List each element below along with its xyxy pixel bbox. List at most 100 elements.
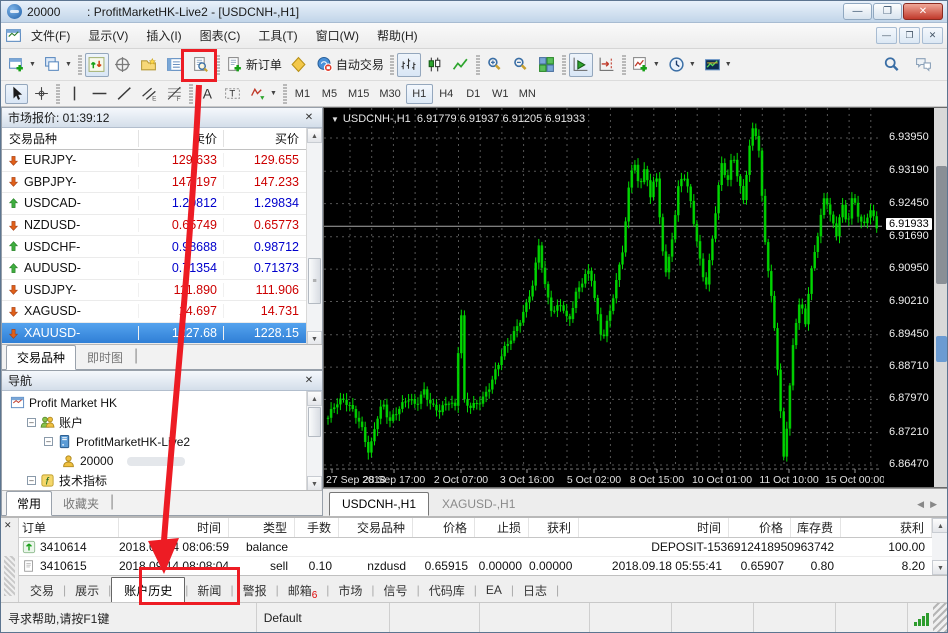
terminal-tab-信号[interactable]: 信号 <box>375 578 417 603</box>
periods-button[interactable]: ▼ <box>665 53 699 77</box>
terminal-tab-警报[interactable]: 警报 <box>234 578 276 603</box>
price-chart[interactable]: 27 Sep 201828 Sep 17:002 Oct 07:003 Oct … <box>324 108 884 487</box>
new-order-button[interactable]: 新订单 <box>223 53 285 77</box>
market-watch-tab[interactable]: 即时图 <box>76 345 134 370</box>
timeframe-w1-button[interactable]: W1 <box>487 84 514 104</box>
market-watch-row[interactable]: USDCAD-1.298121.29834 <box>2 193 322 215</box>
navigator-close-icon[interactable]: ✕ <box>302 375 316 386</box>
timeframe-mn-button[interactable]: MN <box>514 84 541 104</box>
scroll-up-icon[interactable]: ▲ <box>307 391 322 406</box>
terminal-tab-新闻[interactable]: 新闻 <box>188 578 230 603</box>
tree-item-20000[interactable]: 20000 <box>2 452 322 472</box>
navigator-scrollbar[interactable]: ▲ ▼ <box>306 391 322 491</box>
tree-expander[interactable]: – <box>27 418 36 427</box>
metaeditor-button[interactable] <box>287 53 311 77</box>
mdi-restore-button[interactable]: ❐ <box>899 27 920 44</box>
terminal-button[interactable] <box>163 53 187 77</box>
timeframe-m1-button[interactable]: M1 <box>289 84 316 104</box>
mdi-close-button[interactable]: ✕ <box>922 27 943 44</box>
market-watch-row[interactable]: AUDUSD-0.713540.71373 <box>2 258 322 280</box>
zoom-out-button[interactable] <box>509 53 533 77</box>
bar-chart-button[interactable] <box>397 53 421 77</box>
terminal-tab-邮箱[interactable]: 邮箱6 <box>279 578 327 603</box>
market-watch-row[interactable]: USDCHF-0.986880.98712 <box>2 236 322 258</box>
status-profile[interactable]: Default <box>257 603 390 633</box>
restore-button[interactable]: ❐ <box>873 3 902 20</box>
account-history-table[interactable]: 订单时间类型手数交易品种价格止损获利时间价格库存费获利34106142018.0… <box>19 518 932 575</box>
terminal-close-icon[interactable]: ✕ <box>4 520 12 531</box>
new-chart-button[interactable]: ▼ <box>5 53 39 77</box>
table-row[interactable]: 34106152018.09.14 08:08:04sell0.10nzdusd… <box>19 557 932 575</box>
vline-button[interactable] <box>63 84 86 104</box>
timeframe-h4-button[interactable]: H4 <box>433 84 460 104</box>
navigator-titlebar[interactable]: 导航 ✕ <box>2 371 322 391</box>
timeframe-m30-button[interactable]: M30 <box>374 84 405 104</box>
navigator-tab[interactable]: 收藏夹 <box>52 491 110 516</box>
scroll-up-icon[interactable]: ▲ <box>932 518 948 533</box>
scroll-thumb[interactable]: ≡ <box>308 258 321 304</box>
strategy-tester-button[interactable] <box>189 53 213 77</box>
title-bar[interactable]: 20000 : ProfitMarketHK-Live2 - [USDCNH-,… <box>1 1 947 23</box>
tree-expander[interactable]: – <box>27 476 36 485</box>
terminal-tab-展示[interactable]: 展示 <box>66 578 108 603</box>
chart-shift-button[interactable] <box>595 53 619 77</box>
menu-item[interactable]: 帮助(H) <box>368 24 427 47</box>
menu-item[interactable]: 插入(I) <box>137 24 190 47</box>
channel-button[interactable]: E <box>138 84 161 104</box>
terminal-tab-代码库[interactable]: 代码库 <box>420 578 474 603</box>
minimize-button[interactable]: — <box>843 3 872 20</box>
crosshair-button[interactable] <box>30 84 53 104</box>
mdi-minimize-button[interactable]: — <box>876 27 897 44</box>
market-watch-button[interactable] <box>85 53 109 77</box>
chat-button[interactable] <box>911 53 935 77</box>
line-chart-button[interactable] <box>449 53 473 77</box>
chart-tab-scroll-icons[interactable]: ◀▶ <box>917 499 943 516</box>
timeframe-h1-button[interactable]: H1 <box>406 84 433 104</box>
menu-item[interactable]: 工具(T) <box>249 24 306 47</box>
autotrading-button[interactable]: 自动交易 <box>313 53 387 77</box>
menu-item[interactable]: 窗口(W) <box>307 24 368 47</box>
close-button[interactable]: ✕ <box>903 3 943 20</box>
text-button[interactable]: A <box>196 84 219 104</box>
chart-tab[interactable]: XAGUSD-,H1 <box>429 492 528 516</box>
terminal-tab-EA[interactable]: EA <box>477 579 511 601</box>
menu-item[interactable]: 文件(F) <box>22 24 79 47</box>
chart-scrollbar[interactable] <box>934 108 948 487</box>
tree-expander[interactable]: – <box>44 437 53 446</box>
terminal-tab-市场[interactable]: 市场 <box>329 578 371 603</box>
table-row[interactable]: 34106142018.09.14 08:06:59balanceDEPOSIT… <box>19 538 932 557</box>
auto-scroll-button[interactable] <box>569 53 593 77</box>
market-watch-row[interactable]: USDJPY-111.890111.906 <box>2 280 322 302</box>
navigator-button[interactable] <box>137 53 161 77</box>
menu-item[interactable]: 图表(C) <box>191 24 250 47</box>
market-watch-close-icon[interactable]: ✕ <box>302 112 316 123</box>
terminal-tab-交易[interactable]: 交易 <box>21 578 63 603</box>
market-watch-scrollbar[interactable]: ▲ ≡ ▼ <box>306 128 322 346</box>
scroll-down-icon[interactable]: ▼ <box>307 476 322 491</box>
navigator-tab[interactable]: 常用 <box>6 491 52 516</box>
market-watch-tab[interactable]: 交易品种 <box>6 345 76 370</box>
profiles-button[interactable]: ▼ <box>41 53 75 77</box>
tree-item-Profit Market HK[interactable]: Profit Market HK <box>2 393 322 413</box>
fibonacci-button[interactable]: F <box>163 84 186 104</box>
market-watch-row[interactable]: GBPJPY-147.197147.233 <box>2 172 322 194</box>
resize-grip[interactable] <box>933 603 948 633</box>
tile-windows-button[interactable] <box>535 53 559 77</box>
arrows-button[interactable]: ▼ <box>246 84 280 104</box>
chart-tab[interactable]: USDCNH-,H1 <box>329 492 429 516</box>
terminal-tab-日志[interactable]: 日志 <box>514 578 556 603</box>
scroll-up-icon[interactable]: ▲ <box>307 128 322 143</box>
scroll-down-icon[interactable]: ▼ <box>932 560 948 575</box>
data-window-button[interactable] <box>111 53 135 77</box>
templates-button[interactable]: ▼ <box>701 53 735 77</box>
timeframe-m5-button[interactable]: M5 <box>316 84 343 104</box>
cursor-button[interactable] <box>5 84 28 104</box>
candlestick-button[interactable] <box>423 53 447 77</box>
market-watch-row[interactable]: XAUUSD-1227.681228.15 <box>2 323 322 345</box>
tree-item-ProfitMarketHK-Live2[interactable]: –ProfitMarketHK-Live2 <box>2 432 322 452</box>
tree-item-技术指标[interactable]: –f技术指标 <box>2 471 322 491</box>
market-watch-row[interactable]: NZDUSD-0.657490.65773 <box>2 215 322 237</box>
timeframe-m15-button[interactable]: M15 <box>343 84 374 104</box>
market-watch-titlebar[interactable]: 市场报价: 01:39:12 ✕ <box>2 108 322 128</box>
search-button[interactable] <box>879 53 903 77</box>
